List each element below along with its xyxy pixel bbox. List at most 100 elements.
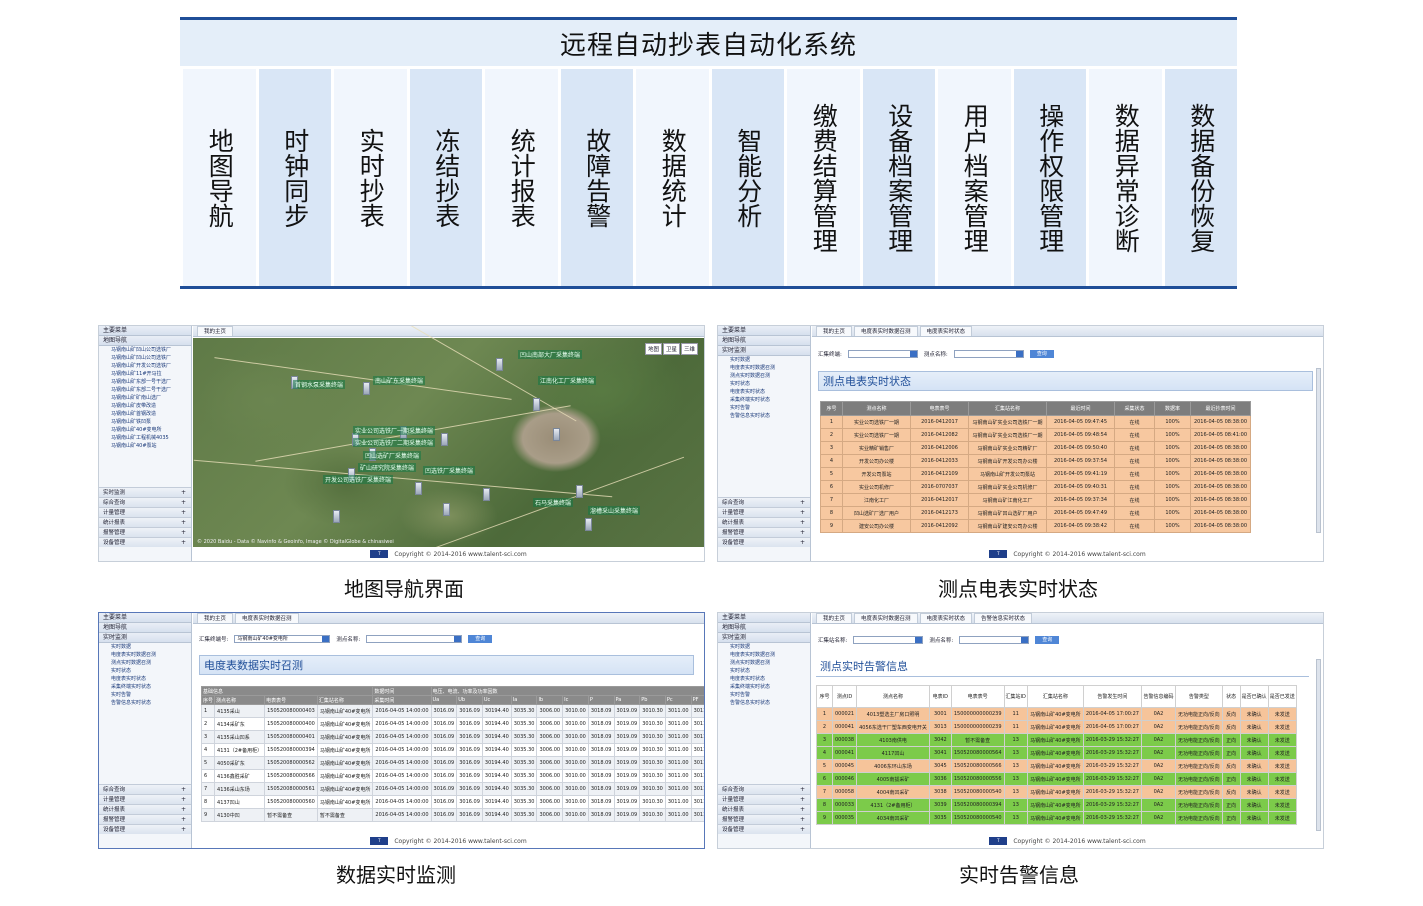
table-row[interactable]: 3 4135采山凹系 150520080000401 马钢南山矿40#变电所 2016-… [200, 730, 704, 744]
sidebar-tree-item[interactable]: 告警信息实时状态 [718, 412, 810, 420]
sidebar-tree-item[interactable]: 电度表实时状态 [718, 388, 810, 396]
table-row[interactable]: 3 000038 4103南供电 3042 暂不需备查 13 马钢南山矿40#变电所 2016… [816, 733, 1297, 747]
sidebar-sub[interactable]: 实时监测 [718, 633, 810, 643]
query-button[interactable]: 查询 [1035, 636, 1060, 644]
table-row[interactable]: 5 开发公司泵站 2016-0412109 马钢南山矿开发公司泵站 2016-04-05… [820, 467, 1251, 481]
table-row[interactable]: 7 4136采山东场 150520080000561 马钢南山矿40#变电所 2016-… [200, 782, 704, 796]
table-row[interactable]: 2 4134采矿东 150520080000400 马钢南山矿40#变电所 2016-0… [200, 717, 704, 731]
sidebar-tree-item[interactable]: 实时状态 [99, 667, 191, 675]
station-select[interactable] [853, 636, 924, 644]
sidebar-tree-item[interactable]: 测点实时数据召测 [718, 372, 810, 380]
sidebar-tree-item[interactable]: 实时数据 [718, 356, 810, 364]
table-row[interactable]: 7 江南化工厂 2016-0412017 马钢南山矿江南化工厂 2016-04-05 0… [820, 493, 1251, 507]
table-row[interactable]: 9 000035 4034南凹采矿 3035 150520080000540 13 马钢南山… [816, 811, 1297, 825]
map-station-label[interactable]: 首钢水泵采集终端 [293, 380, 346, 389]
sidebar-category[interactable]: 综合查询 [718, 784, 810, 795]
point-select[interactable] [366, 635, 463, 643]
map-station-label[interactable]: 凹选铁厂采集终端 [423, 466, 476, 475]
table-row[interactable]: 8 凹山选矿厂选厂用户 2016-0412173 马钢南山矿凹山选矿厂用户 2016-0… [820, 506, 1251, 520]
sidebar-tree-item[interactable]: 实时状态 [718, 667, 810, 675]
sidebar-category[interactable]: 统计报表 [718, 517, 810, 528]
sidebar-tree-item[interactable]: 实时状态 [718, 380, 810, 388]
sidebar-category[interactable]: 计量管理 [718, 507, 810, 518]
map-station-label[interactable]: 凹山南部大厂采集终端 [518, 350, 583, 359]
query-button[interactable]: 查询 [468, 635, 493, 643]
sidebar-item[interactable]: 马钢南山矿皮带改造 [99, 402, 191, 410]
sidebar-category[interactable]: 报警管理 [99, 527, 191, 538]
sidebar-category[interactable]: 设备管理 [718, 537, 810, 548]
sidebar-tree-item[interactable]: 告警信息实时状态 [718, 699, 810, 707]
table-row[interactable]: 9 建安公司办公楼 2016-0412092 马钢南山矿建安公司办公楼 2016-04-… [820, 519, 1251, 533]
table-row[interactable]: 5 4050采矿东 150520080000562 马钢南山矿40#变电所 2016-0… [200, 756, 704, 770]
sidebar-tree-item[interactable]: 电度表实时数据召测 [718, 364, 810, 372]
map-type-button[interactable]: 三维 [680, 343, 698, 355]
table-row[interactable]: 1 实业公司选铁厂一期 2016-0412017 马钢南山矿实业公司选铁厂一期 2016… [820, 415, 1251, 429]
tab-item[interactable]: 告警信息实时状态 [974, 613, 1033, 623]
meter-pin-icon[interactable] [441, 433, 448, 446]
sidebar-category[interactable]: 统计报表 [99, 804, 191, 815]
sidebar-category[interactable]: 报警管理 [718, 814, 810, 825]
tab-item[interactable]: 电度表实时数据召测 [235, 613, 299, 623]
tab-item[interactable]: 我的主页 [197, 613, 234, 623]
map-station-label[interactable]: 实业公司选铁厂二期采集终端 [353, 438, 436, 447]
table-row[interactable]: 2 实业公司选铁厂一期 2016-0412082 马钢南山矿实业公司选铁厂一期 2016… [820, 428, 1251, 442]
sidebar-category[interactable]: 设备管理 [99, 824, 191, 835]
sidebar-sub[interactable]: 地图导航 [718, 336, 810, 346]
sidebar-tree-item[interactable]: 测点实时数据召测 [99, 659, 191, 667]
sidebar-category[interactable]: 统计报表 [718, 804, 810, 815]
sidebar-category[interactable]: 统计报表 [99, 517, 191, 528]
tab-item[interactable]: 电度表实时数据召测 [854, 326, 918, 336]
meter-pin-icon[interactable] [333, 510, 340, 523]
sidebar-item[interactable]: 马钢南山矿凹山公司选铁厂 [99, 346, 191, 354]
station-select[interactable] [847, 350, 918, 358]
table-row[interactable]: 4 开发公司办公楼 2016-0412033 马钢南山矿开发公司办公楼 2016-04-… [820, 454, 1251, 468]
sidebar-sub[interactable]: 实时监测 [99, 633, 191, 643]
sidebar-tree-item[interactable]: 告警信息实时状态 [99, 699, 191, 707]
map-station-label[interactable]: 凹山选矿厂采集终端 [363, 451, 422, 460]
sidebar-item[interactable]: 马钢南山矿11#开马拉 [99, 370, 191, 378]
table-row[interactable]: 6 000046 4005南拔采矿 3036 150520080000556 13 马钢南山… [816, 772, 1297, 786]
map-station-label[interactable]: 南山矿东采集终端 [373, 376, 426, 385]
meter-pin-icon[interactable] [576, 485, 583, 498]
sidebar-category[interactable]: 计量管理 [99, 507, 191, 518]
sidebar-item[interactable]: 马钢南山矿开发公司选铁厂 [99, 362, 191, 370]
tab-item[interactable]: 电度表实时状态 [919, 326, 973, 336]
sidebar-tree-item[interactable]: 实时告警 [718, 404, 810, 412]
map-station-label[interactable]: 石马采集终端 [533, 498, 574, 507]
sidebar-tree-item[interactable]: 实时数据 [718, 643, 810, 651]
sidebar-sub[interactable]: 地图导航 [99, 623, 191, 633]
map-station-label[interactable]: 实业公司选铁厂一期采集终端 [353, 426, 436, 435]
query-button[interactable]: 查询 [1029, 350, 1054, 358]
sidebar-sub[interactable]: 地图导航 [99, 336, 191, 346]
meter-pin-icon[interactable] [363, 382, 370, 395]
sidebar-tree-item[interactable]: 电度表实时状态 [99, 675, 191, 683]
sidebar-tree-item[interactable]: 电度表实时状态 [718, 675, 810, 683]
sidebar-tree-item[interactable]: 测点实时数据召测 [718, 659, 810, 667]
table-row[interactable]: 3 实业精矿销售厂 2016-0412006 马钢南山矿实业公司精矿厂 2016-04-… [820, 441, 1251, 455]
point-select[interactable] [953, 350, 1024, 358]
sidebar-item[interactable]: 马钢南山矿凹山公司选铁厂 [99, 354, 191, 362]
sidebar-tree-item[interactable]: 实时告警 [99, 691, 191, 699]
sidebar-tree-item[interactable]: 实时数据 [99, 643, 191, 651]
sidebar-category[interactable]: 实时监测 [99, 487, 191, 498]
meter-pin-icon[interactable] [483, 488, 490, 501]
tab-item[interactable]: 电度表实时数据召测 [854, 613, 918, 623]
sidebar-category[interactable]: 计量管理 [99, 794, 191, 805]
sidebar-tree-item[interactable]: 采集终端实时状态 [99, 683, 191, 691]
table-row[interactable]: 1 000021 4013塑选主厂房口照明 3001 150000000000239 11… [816, 707, 1297, 721]
sidebar-category[interactable]: 设备管理 [718, 824, 810, 835]
map-station-label[interactable]: 矿山研究院采集终端 [358, 463, 417, 472]
table-row[interactable]: 6 4136鑫胜采矿 150520080000566 马钢南山矿40#变电所 2016-… [200, 769, 704, 783]
vertical-scrollbar[interactable] [1316, 368, 1321, 533]
tab-item[interactable]: 我的主页 [816, 326, 853, 336]
map-type-button[interactable]: 卫星 [662, 343, 680, 355]
sidebar-item[interactable]: 马钢南山矿东部二号干选厂 [99, 386, 191, 394]
table-row[interactable]: 2 000041 4056东选干厂塑车西变电开关 3013 15000000000023… [816, 720, 1297, 734]
map-station-label[interactable]: 江南化工厂采集终端 [538, 376, 597, 385]
meter-pin-icon[interactable] [443, 503, 450, 516]
map-station-label[interactable]: 溜槽采山采集终端 [588, 506, 641, 515]
table-row[interactable]: 9 4130中凹 暂不需备查 暂不需备查 2016-04-05 14:00:00 3016… [200, 808, 704, 822]
tab-home[interactable]: 我的主页 [197, 326, 234, 336]
tab-item[interactable]: 电度表实时状态 [919, 613, 973, 623]
satellite-map[interactable]: 地图 卫星 三维 © 2020 Baidu - Data © Navinfo &… [193, 326, 704, 561]
